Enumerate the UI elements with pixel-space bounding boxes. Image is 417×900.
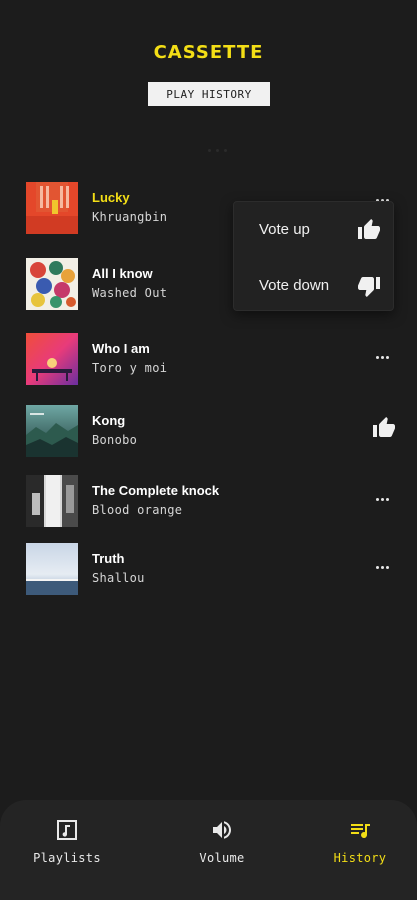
album-cover [26,258,78,310]
play-history-label: PLAY HISTORY [148,82,270,106]
track-artist: Khruangbin [92,210,168,224]
track-title: Kong [92,413,126,428]
track-title: All I know [92,266,153,281]
thumb-up-icon[interactable] [372,416,396,440]
thumb-up-icon [358,218,380,239]
track-row[interactable]: Kong Bonobo [26,405,396,459]
track-artist: Shallou [92,571,145,585]
nav-volume-label: Volume [199,851,245,865]
album-cover [26,405,78,457]
vote-down-label: Vote down [259,277,330,294]
volume-icon [213,821,231,839]
vote-up-label: Vote up [259,221,310,238]
nav-volume[interactable]: Volume [167,818,277,868]
queue-music-icon [351,824,370,839]
page-indicator [202,145,232,155]
more-options-icon[interactable] [372,489,392,509]
nav-playlists-label: Playlists [33,851,101,865]
track-row[interactable]: Who I am Toro y moi [26,333,396,387]
album-cover [26,475,78,527]
track-title: Truth [92,551,125,566]
nav-playlists[interactable]: Playlists [12,818,122,868]
album-cover [26,182,78,234]
vote-menu: Vote up Vote down [233,201,394,311]
more-options-icon[interactable] [372,347,392,367]
nav-history[interactable]: History [305,818,415,868]
track-title: Lucky [92,190,130,205]
nav-history-label: History [333,851,387,865]
track-title: The Complete knock [92,483,220,498]
vote-up-menu-item[interactable]: Vote up [234,202,395,257]
more-options-icon[interactable] [372,557,392,577]
app-logo: CASSETTE [153,42,264,63]
bottom-navigation: Playlists Volume History [0,800,417,900]
track-row[interactable]: The Complete knock Blood orange [26,475,396,529]
album-cover [26,333,78,385]
track-artist: Blood orange [92,503,183,517]
album-cover [26,543,78,595]
track-row[interactable]: Truth Shallou [26,543,396,597]
track-artist: Bonobo [92,433,138,447]
track-artist: Washed Out [92,286,168,300]
vote-down-menu-item[interactable]: Vote down [234,258,395,313]
track-title: Who I am [92,341,150,356]
playlist-icon [57,820,77,840]
thumb-down-icon [358,276,380,297]
track-artist: Toro y moi [92,361,168,375]
